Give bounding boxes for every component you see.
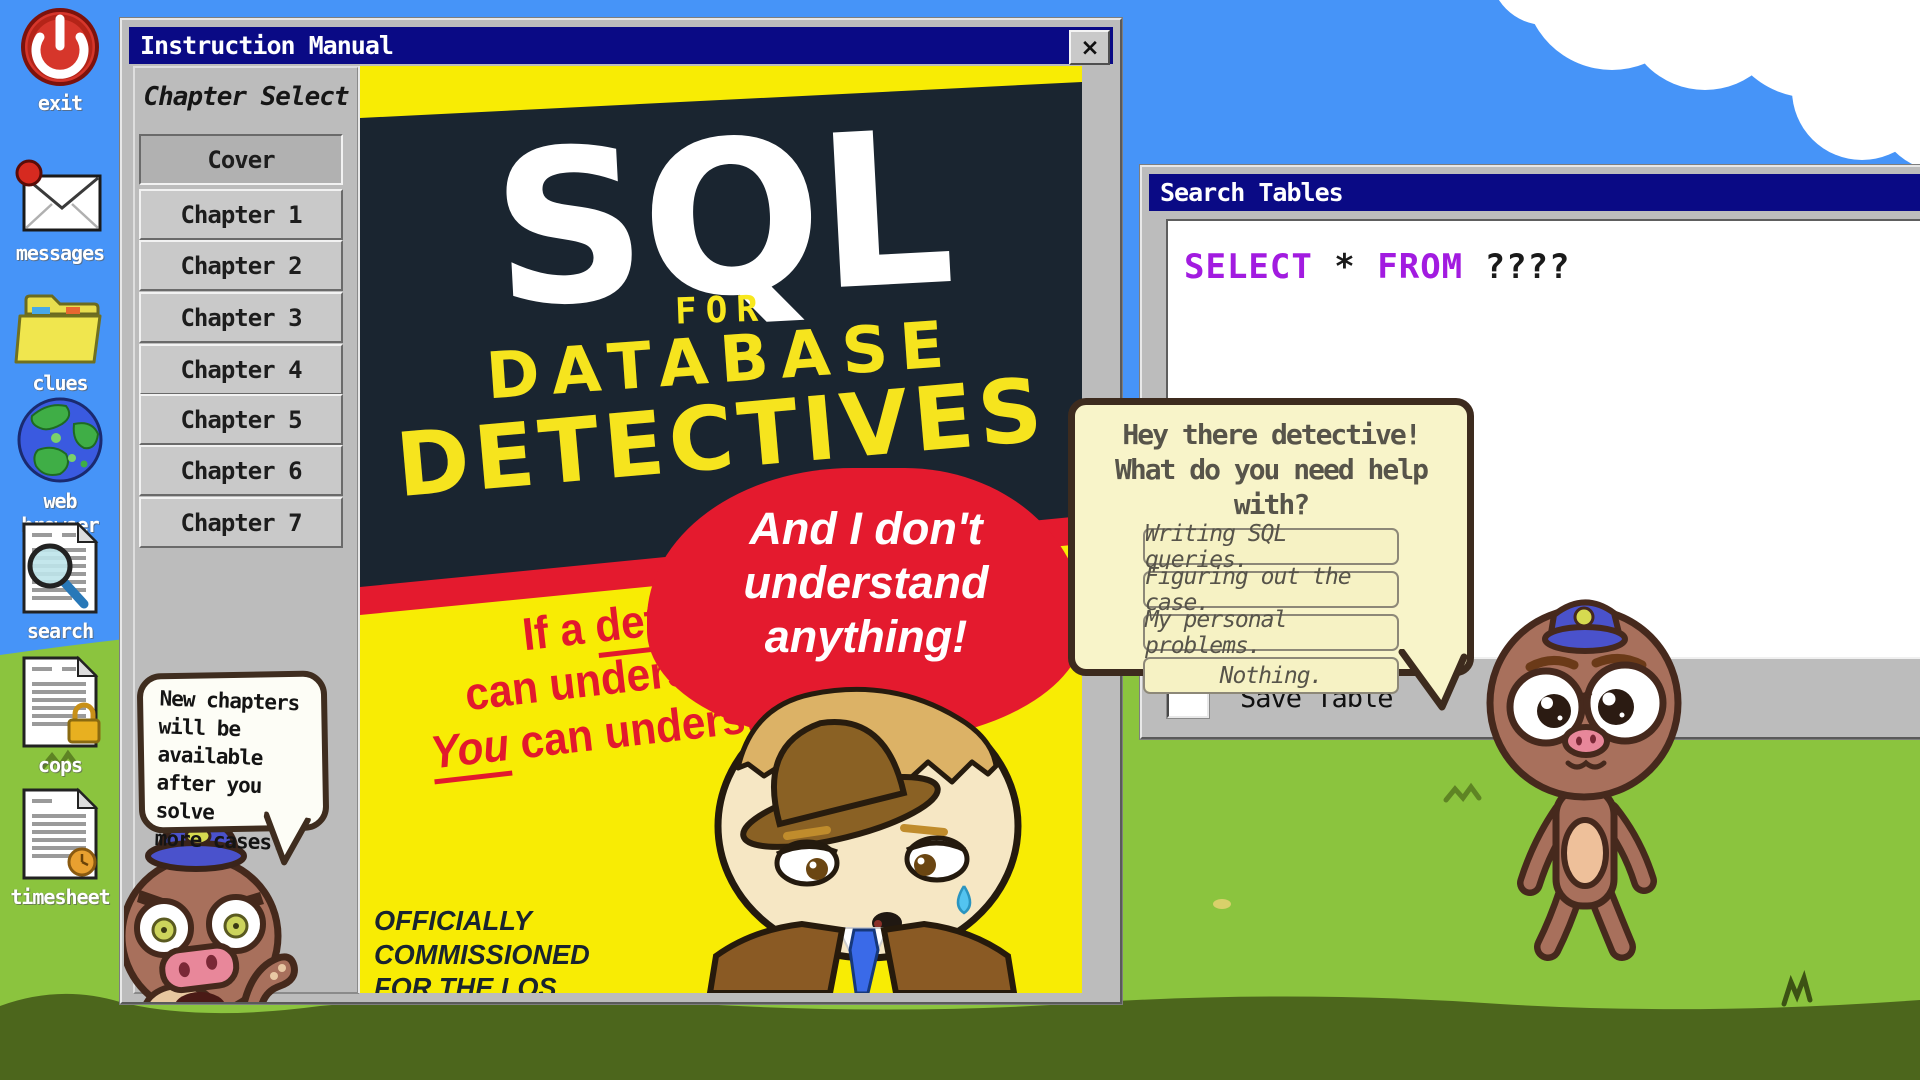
game-screen: exit messages clues web browser — [0, 0, 1920, 1080]
search-tables-titlebar[interactable]: Search Tables — [1149, 174, 1920, 211]
desktop-icon-timesheet[interactable]: timesheet — [10, 786, 110, 909]
desktop-icon-search[interactable]: search — [10, 520, 110, 643]
timesheet-document-icon — [16, 786, 104, 882]
detective-character — [692, 578, 1032, 993]
belly — [1564, 820, 1606, 886]
chapter-button-7[interactable]: Chapter 7 — [139, 497, 343, 548]
coat-left — [710, 924, 842, 993]
window-title: Search Tables — [1160, 178, 1343, 207]
desktop-icon-web-browser[interactable]: web browser — [10, 394, 110, 537]
chapter-button-4[interactable]: Chapter 4 — [139, 344, 343, 395]
icon-label: exit — [10, 91, 110, 115]
pig-bubble-tail — [256, 810, 312, 870]
locked-document-icon — [16, 654, 104, 750]
icon-label: messages — [10, 241, 110, 265]
magnifier-lens — [30, 546, 70, 586]
desktop-icon-messages[interactable]: messages — [10, 158, 110, 265]
help-option-case[interactable]: Figuring out the case. — [1143, 571, 1399, 608]
deputy-character[interactable] — [1462, 585, 1712, 975]
icon-label: timesheet — [10, 885, 110, 909]
power-icon — [19, 6, 101, 88]
chapter-button-5[interactable]: Chapter 5 — [139, 394, 343, 445]
chapter-button-1[interactable]: Chapter 1 — [139, 189, 343, 240]
window-title: Instruction Manual — [140, 31, 393, 60]
instruction-manual-window: Instruction Manual × Chapter Select Cove… — [120, 18, 1122, 1004]
police-cap — [1545, 602, 1625, 651]
help-option-sql-queries[interactable]: Writing SQL queries. — [1143, 528, 1399, 565]
padlock-body — [69, 720, 99, 742]
book-cover: SQL FOR DATABASE DETECTIVES If a detecti… — [358, 66, 1082, 993]
icon-label: clues — [10, 371, 110, 395]
help-option-nothing[interactable]: Nothing. — [1143, 657, 1399, 694]
tie — [850, 930, 878, 993]
pig-snout — [160, 944, 238, 993]
desktop-icon-exit[interactable]: exit — [10, 6, 110, 115]
help-bubble-tail — [1398, 649, 1470, 711]
icon-label: search — [10, 619, 110, 643]
chapter-button-2[interactable]: Chapter 2 — [139, 240, 343, 291]
pig-speech-bubble: New chapters will be available after you… — [137, 670, 330, 833]
globe-icon — [14, 394, 106, 486]
chapter-select-heading: Chapter Select — [135, 82, 357, 112]
chapter-button-cover[interactable]: Cover — [139, 134, 343, 185]
close-icon[interactable]: × — [1069, 30, 1110, 65]
snout — [1565, 727, 1607, 755]
folder-icon — [14, 288, 106, 368]
icon-label: cops — [10, 753, 110, 777]
sql-query-text: SELECT * FROM ???? — [1184, 247, 1571, 287]
desktop-icon-clues[interactable]: clues — [10, 288, 110, 395]
search-document-icon — [16, 520, 104, 616]
chapter-button-6[interactable]: Chapter 6 — [139, 445, 343, 496]
instruction-manual-titlebar[interactable]: Instruction Manual × — [129, 27, 1113, 64]
notification-dot — [17, 161, 41, 185]
deputy-body — [1530, 788, 1644, 947]
envelope-icon — [14, 158, 106, 238]
coat-right — [884, 924, 1014, 993]
help-heading: Hey there detective! What do you need he… — [1075, 417, 1467, 522]
cover-commission-text: OFFICIALLY COMMISSIONED FOR THE LOS ZORA… — [374, 904, 723, 993]
desktop-icon-cops[interactable]: cops — [10, 654, 110, 777]
help-dialog-bubble: Hey there detective! What do you need he… — [1068, 398, 1474, 676]
help-option-personal[interactable]: My personal problems. — [1143, 614, 1399, 651]
chapter-button-3[interactable]: Chapter 3 — [139, 292, 343, 343]
